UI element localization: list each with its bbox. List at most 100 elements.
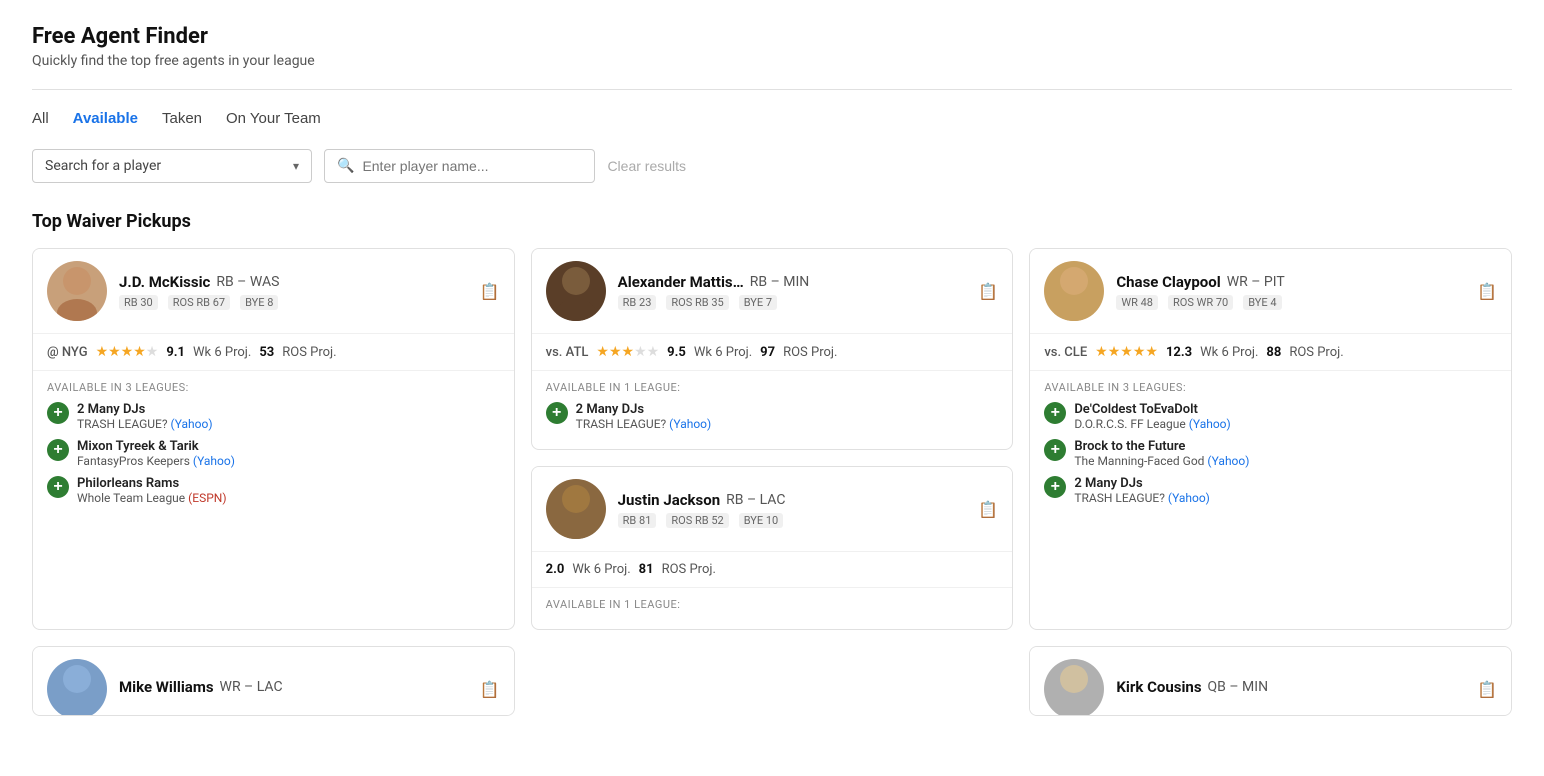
league-name: Philorleans Rams — [77, 476, 227, 491]
league-link-yahoo[interactable]: (Yahoo) — [193, 454, 235, 468]
avatar-alexander-mattis — [546, 261, 606, 321]
player-select-dropdown[interactable]: Search for a player ▾ — [32, 149, 312, 183]
cards-grid: J.D. McKissic RB – WAS RB 30 ROS RB 67 B… — [32, 248, 1512, 630]
wk-proj: 12.3 — [1166, 345, 1192, 360]
league-name: Mixon Tyreek & Tarik — [77, 439, 235, 454]
league-name: Brock to the Future — [1074, 439, 1249, 454]
tab-all[interactable]: All — [32, 110, 49, 129]
avatar-justin-jackson — [546, 479, 606, 539]
league-info: 2 Many DJs TRASH LEAGUE? (Yahoo) — [576, 402, 712, 431]
player-pos-team: RB – WAS — [216, 274, 279, 290]
league-link-yahoo[interactable]: (Yahoo) — [171, 417, 213, 431]
card-header: Justin Jackson RB – LAC RB 81 ROS RB 52 … — [532, 467, 1013, 552]
league-sub: TRASH LEAGUE? (Yahoo) — [576, 417, 712, 431]
player-name-input[interactable] — [362, 158, 582, 174]
add-to-league-button[interactable]: + — [1044, 402, 1066, 424]
wk-proj-label: Wk 6 Proj. — [572, 562, 630, 577]
wk-proj-label: Wk 6 Proj. — [193, 345, 251, 360]
card-stats: vs. ATL ★★★★★ 9.5 Wk 6 Proj. 97 ROS Proj… — [532, 334, 1013, 371]
report-icon[interactable]: 📋 — [480, 680, 500, 699]
header-divider — [32, 89, 1512, 90]
league-name: 2 Many DJs — [1074, 476, 1210, 491]
stars-rating: ★★★★★ — [1095, 344, 1158, 360]
avatar-chase-claypool — [1044, 261, 1104, 321]
ros-proj: 88 — [1266, 345, 1281, 360]
ros-proj-label: ROS Proj. — [1289, 345, 1343, 360]
player-pos-team: WR – LAC — [220, 679, 283, 695]
clear-results-button[interactable]: Clear results — [607, 158, 686, 174]
card-header: Alexander Mattis… RB – MIN RB 23 ROS RB … — [532, 249, 1013, 334]
league-link-yahoo[interactable]: (Yahoo) — [669, 417, 711, 431]
player-name: Kirk Cousins — [1116, 678, 1201, 696]
league-link-espn[interactable]: (ESPN) — [188, 491, 226, 505]
add-to-league-button[interactable]: + — [47, 439, 69, 461]
league-link-yahoo[interactable]: (Yahoo) — [1189, 417, 1231, 431]
tab-available[interactable]: Available — [73, 110, 138, 129]
badge-bye: BYE 4 — [1243, 295, 1281, 310]
league-link-yahoo[interactable]: (Yahoo) — [1168, 491, 1210, 505]
list-item: + 2 Many DJs TRASH LEAGUE? (Yahoo) — [1044, 476, 1497, 505]
badge-ros: ROS WR 70 — [1168, 295, 1233, 310]
wk-proj: 2.0 — [546, 562, 565, 577]
player-info-justin-jackson: Justin Jackson RB – LAC RB 81 ROS RB 52 … — [618, 491, 967, 528]
league-sub: D.O.R.C.S. FF League (Yahoo) — [1074, 417, 1230, 431]
search-bar: Search for a player ▾ 🔍 Clear results — [32, 149, 1512, 183]
card-stats: @ NYG ★★★★★ 9.1 Wk 6 Proj. 53 ROS Proj. — [33, 334, 514, 371]
add-to-league-button[interactable]: + — [47, 476, 69, 498]
league-link-yahoo[interactable]: (Yahoo) — [1207, 454, 1249, 468]
wk-proj-label: Wk 6 Proj. — [1200, 345, 1258, 360]
report-icon[interactable]: 📋 — [1477, 282, 1497, 301]
player-name: Mike Williams — [119, 678, 214, 696]
list-item: + Philorleans Rams Whole Team League (ES… — [47, 476, 500, 505]
badge-ros: ROS RB 35 — [666, 295, 728, 310]
tab-on-your-team[interactable]: On Your Team — [226, 110, 321, 129]
league-info: 2 Many DJs TRASH LEAGUE? (Yahoo) — [77, 402, 213, 431]
ros-proj-label: ROS Proj. — [662, 562, 716, 577]
report-icon[interactable]: 📋 — [1477, 680, 1497, 699]
search-icon: 🔍 — [337, 158, 354, 174]
ros-proj: 81 — [639, 562, 654, 577]
player-pos-team: QB – MIN — [1208, 679, 1269, 695]
player-badges: WR 48 ROS WR 70 BYE 4 — [1116, 295, 1465, 310]
ros-proj-label: ROS Proj. — [783, 345, 837, 360]
matchup: vs. ATL — [546, 345, 589, 360]
player-name: J.D. McKissic — [119, 273, 210, 291]
add-to-league-button[interactable]: + — [1044, 476, 1066, 498]
badge-rank: RB 23 — [618, 295, 657, 310]
dropdown-label: Search for a player — [45, 158, 161, 174]
league-name: 2 Many DJs — [77, 402, 213, 417]
player-info-alexander-mattis: Alexander Mattis… RB – MIN RB 23 ROS RB … — [618, 273, 967, 310]
badge-rank: WR 48 — [1116, 295, 1158, 310]
empty-bottom-middle — [531, 646, 1014, 716]
report-icon[interactable]: 📋 — [978, 282, 998, 301]
avatar-mike-williams — [47, 659, 107, 716]
tab-taken[interactable]: Taken — [162, 110, 202, 129]
league-name: 2 Many DJs — [576, 402, 712, 417]
wk-proj: 9.5 — [667, 345, 686, 360]
add-to-league-button[interactable]: + — [47, 402, 69, 424]
league-info: 2 Many DJs TRASH LEAGUE? (Yahoo) — [1074, 476, 1210, 505]
matchup: vs. CLE — [1044, 345, 1087, 360]
add-to-league-button[interactable]: + — [546, 402, 568, 424]
report-icon[interactable]: 📋 — [480, 282, 500, 301]
report-icon[interactable]: 📋 — [978, 500, 998, 519]
league-sub: Whole Team League (ESPN) — [77, 491, 227, 505]
player-card-alexander-mattis: Alexander Mattis… RB – MIN RB 23 ROS RB … — [531, 248, 1014, 450]
card-stats: 2.0 Wk 6 Proj. 81 ROS Proj. — [532, 552, 1013, 588]
card-leagues: AVAILABLE IN 1 LEAGUE: — [532, 588, 1013, 629]
player-card-chase-claypool: Chase Claypool WR – PIT WR 48 ROS WR 70 … — [1029, 248, 1512, 630]
ros-proj: 97 — [760, 345, 775, 360]
available-label: AVAILABLE IN 3 LEAGUES: — [47, 381, 500, 394]
available-label: AVAILABLE IN 1 LEAGUE: — [546, 381, 999, 394]
player-info-jd-mckissic: J.D. McKissic RB – WAS RB 30 ROS RB 67 B… — [119, 273, 468, 310]
card-header: Chase Claypool WR – PIT WR 48 ROS WR 70 … — [1030, 249, 1511, 334]
available-label: AVAILABLE IN 1 LEAGUE: — [546, 598, 999, 611]
list-item: + 2 Many DJs TRASH LEAGUE? (Yahoo) — [546, 402, 999, 431]
middle-column: Alexander Mattis… RB – MIN RB 23 ROS RB … — [531, 248, 1014, 630]
stars-rating: ★★★★★ — [96, 344, 159, 360]
player-info-mike-williams: Mike Williams WR – LAC — [119, 678, 468, 700]
player-pos-team: RB – LAC — [726, 492, 785, 508]
player-name: Alexander Mattis… — [618, 273, 744, 291]
add-to-league-button[interactable]: + — [1044, 439, 1066, 461]
player-card-jd-mckissic: J.D. McKissic RB – WAS RB 30 ROS RB 67 B… — [32, 248, 515, 630]
